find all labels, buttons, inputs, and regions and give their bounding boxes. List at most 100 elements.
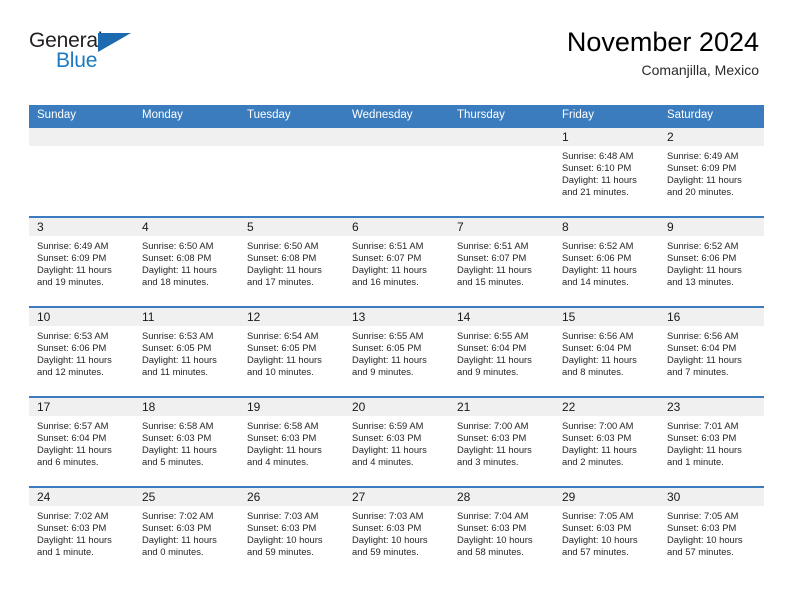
calendar-day-cell[interactable]: 19 Sunrise: 6:58 AM Sunset: 6:03 PM Dayligh… — [239, 398, 344, 486]
daylight-text-line2: and 9 minutes. — [457, 366, 519, 378]
calendar-day-cell[interactable]: 26 Sunrise: 7:03 AM Sunset: 6:03 PM Dayligh… — [239, 488, 344, 576]
calendar-cell-empty — [239, 128, 344, 216]
sunset-text: Sunset: 6:03 PM — [247, 432, 317, 444]
calendar-day-cell[interactable]: 23 Sunrise: 7:01 AM Sunset: 6:03 PM Dayligh… — [659, 398, 764, 486]
day-number: 30 — [667, 490, 681, 504]
daylight-text-line2: and 17 minutes. — [247, 276, 314, 288]
day-details: Sunrise: 6:54 AM Sunset: 6:05 PM Daylight:… — [239, 326, 344, 378]
daylight-text-line1: Daylight: 11 hours — [247, 264, 322, 276]
sunrise-text: Sunrise: 7:05 AM — [667, 510, 739, 521]
day-number-strip — [134, 128, 239, 146]
sunrise-text: Sunrise: 6:59 AM — [352, 420, 424, 431]
sunrise-text: Sunrise: 7:03 AM — [247, 510, 319, 521]
sunrise-text: Sunrise: 6:50 AM — [247, 240, 319, 251]
blue-triangle-icon — [98, 33, 131, 52]
calendar-day-cell[interactable]: 9 Sunrise: 6:52 AM Sunset: 6:06 PM Daylight… — [659, 218, 764, 306]
day-number-strip: 26 — [239, 488, 344, 506]
general-blue-logo[interactable]: General Blue — [29, 26, 144, 74]
day-number: 6 — [352, 220, 359, 234]
calendar-day-cell[interactable]: 21 Sunrise: 7:00 AM Sunset: 6:03 PM Dayligh… — [449, 398, 554, 486]
day-details: Sunrise: 6:53 AM Sunset: 6:05 PM Daylight:… — [134, 326, 239, 378]
day-details: Sunrise: 7:00 AM Sunset: 6:03 PM Daylight:… — [449, 416, 554, 468]
calendar-day-cell[interactable]: 3 Sunrise: 6:49 AM Sunset: 6:09 PM Daylight… — [29, 218, 134, 306]
weekday-header-row: Sunday Monday Tuesday Wednesday Thursday… — [29, 105, 764, 126]
sunrise-text: Sunrise: 6:49 AM — [667, 150, 739, 161]
daylight-text-line2: and 12 minutes. — [37, 366, 104, 378]
calendar-day-cell[interactable]: 15 Sunrise: 6:56 AM Sunset: 6:04 PM Dayligh… — [554, 308, 659, 396]
calendar-week-row: 1 Sunrise: 6:48 AM Sunset: 6:10 PM Daylight… — [29, 126, 764, 216]
calendar-day-cell[interactable]: 16 Sunrise: 6:56 AM Sunset: 6:04 PM Dayligh… — [659, 308, 764, 396]
sunset-text: Sunset: 6:03 PM — [457, 522, 527, 534]
day-number-strip: 25 — [134, 488, 239, 506]
calendar-cell-empty — [29, 128, 134, 216]
sunset-text: Sunset: 6:03 PM — [37, 522, 107, 534]
sunset-text: Sunset: 6:05 PM — [142, 342, 212, 354]
daylight-text-line1: Daylight: 11 hours — [667, 354, 742, 366]
calendar-day-cell[interactable]: 4 Sunrise: 6:50 AM Sunset: 6:08 PM Daylight… — [134, 218, 239, 306]
day-number: 5 — [247, 220, 254, 234]
calendar-day-cell[interactable]: 30 Sunrise: 7:05 AM Sunset: 6:03 PM Dayligh… — [659, 488, 764, 576]
sunrise-text: Sunrise: 6:51 AM — [457, 240, 529, 251]
calendar-day-cell[interactable]: 13 Sunrise: 6:55 AM Sunset: 6:05 PM Dayligh… — [344, 308, 449, 396]
calendar-day-cell[interactable]: 14 Sunrise: 6:55 AM Sunset: 6:04 PM Dayligh… — [449, 308, 554, 396]
calendar-day-cell[interactable]: 7 Sunrise: 6:51 AM Sunset: 6:07 PM Daylight… — [449, 218, 554, 306]
logo-text-blue: Blue — [56, 49, 98, 72]
sunset-text: Sunset: 6:03 PM — [247, 522, 317, 534]
daylight-text-line1: Daylight: 11 hours — [37, 264, 112, 276]
day-details: Sunrise: 6:49 AM Sunset: 6:09 PM Daylight:… — [659, 146, 764, 198]
daylight-text-line2: and 3 minutes. — [457, 456, 519, 468]
day-number-strip: 10 — [29, 308, 134, 326]
calendar-day-cell[interactable]: 6 Sunrise: 6:51 AM Sunset: 6:07 PM Daylight… — [344, 218, 449, 306]
calendar-day-cell[interactable]: 11 Sunrise: 6:53 AM Sunset: 6:05 PM Dayligh… — [134, 308, 239, 396]
daylight-text-line2: and 10 minutes. — [247, 366, 314, 378]
calendar-day-cell[interactable]: 25 Sunrise: 7:02 AM Sunset: 6:03 PM Dayligh… — [134, 488, 239, 576]
calendar-day-cell[interactable]: 24 Sunrise: 7:02 AM Sunset: 6:03 PM Dayligh… — [29, 488, 134, 576]
calendar-day-cell[interactable]: 2 Sunrise: 6:49 AM Sunset: 6:09 PM Daylight… — [659, 128, 764, 216]
day-number-strip: 2 — [659, 128, 764, 146]
calendar-day-cell[interactable]: 29 Sunrise: 7:05 AM Sunset: 6:03 PM Dayligh… — [554, 488, 659, 576]
weekday-header-friday: Friday — [562, 109, 594, 121]
calendar-weeks: 1 Sunrise: 6:48 AM Sunset: 6:10 PM Daylight… — [29, 126, 764, 576]
daylight-text-line1: Daylight: 11 hours — [667, 264, 742, 276]
calendar-day-cell[interactable]: 20 Sunrise: 6:59 AM Sunset: 6:03 PM Dayligh… — [344, 398, 449, 486]
sunrise-text: Sunrise: 6:57 AM — [37, 420, 109, 431]
calendar-week-row: 24 Sunrise: 7:02 AM Sunset: 6:03 PM Dayligh… — [29, 486, 764, 576]
calendar-day-cell[interactable]: 22 Sunrise: 7:00 AM Sunset: 6:03 PM Dayligh… — [554, 398, 659, 486]
daylight-text-line2: and 59 minutes. — [247, 546, 314, 558]
daylight-text-line2: and 7 minutes. — [667, 366, 729, 378]
day-number-strip: 19 — [239, 398, 344, 416]
sunset-text: Sunset: 6:06 PM — [562, 252, 632, 264]
calendar-day-cell[interactable]: 18 Sunrise: 6:58 AM Sunset: 6:03 PM Dayligh… — [134, 398, 239, 486]
day-number: 21 — [457, 400, 471, 414]
day-number: 28 — [457, 490, 471, 504]
day-details: Sunrise: 7:05 AM Sunset: 6:03 PM Daylight:… — [659, 506, 764, 558]
daylight-text-line1: Daylight: 11 hours — [562, 264, 637, 276]
calendar-day-cell[interactable]: 1 Sunrise: 6:48 AM Sunset: 6:10 PM Daylight… — [554, 128, 659, 216]
daylight-text-line2: and 58 minutes. — [457, 546, 524, 558]
sunset-text: Sunset: 6:04 PM — [37, 432, 107, 444]
daylight-text-line1: Daylight: 11 hours — [142, 534, 217, 546]
calendar-day-cell[interactable]: 28 Sunrise: 7:04 AM Sunset: 6:03 PM Dayligh… — [449, 488, 554, 576]
day-number-strip: 21 — [449, 398, 554, 416]
sunset-text: Sunset: 6:03 PM — [667, 522, 737, 534]
sunset-text: Sunset: 6:09 PM — [667, 162, 737, 174]
calendar-day-cell[interactable]: 5 Sunrise: 6:50 AM Sunset: 6:08 PM Daylight… — [239, 218, 344, 306]
calendar-day-cell[interactable]: 17 Sunrise: 6:57 AM Sunset: 6:04 PM Dayligh… — [29, 398, 134, 486]
calendar-day-cell[interactable]: 12 Sunrise: 6:54 AM Sunset: 6:05 PM Dayligh… — [239, 308, 344, 396]
calendar-week-row: 3 Sunrise: 6:49 AM Sunset: 6:09 PM Daylight… — [29, 216, 764, 306]
sunset-text: Sunset: 6:10 PM — [562, 162, 632, 174]
sunset-text: Sunset: 6:07 PM — [352, 252, 422, 264]
calendar-day-cell[interactable]: 8 Sunrise: 6:52 AM Sunset: 6:06 PM Daylight… — [554, 218, 659, 306]
day-details: Sunrise: 6:48 AM Sunset: 6:10 PM Daylight:… — [554, 146, 659, 198]
calendar-day-cell[interactable]: 10 Sunrise: 6:53 AM Sunset: 6:06 PM Dayligh… — [29, 308, 134, 396]
day-number-strip: 29 — [554, 488, 659, 506]
daylight-text-line2: and 11 minutes. — [142, 366, 209, 378]
day-number: 18 — [142, 400, 156, 414]
daylight-text-line2: and 21 minutes. — [562, 186, 629, 198]
daylight-text-line1: Daylight: 11 hours — [562, 174, 637, 186]
logo-text-general: General — [29, 29, 103, 52]
sunset-text: Sunset: 6:03 PM — [457, 432, 527, 444]
sunset-text: Sunset: 6:04 PM — [667, 342, 737, 354]
day-details: Sunrise: 6:55 AM Sunset: 6:04 PM Daylight:… — [449, 326, 554, 378]
calendar-day-cell[interactable]: 27 Sunrise: 7:03 AM Sunset: 6:03 PM Dayligh… — [344, 488, 449, 576]
